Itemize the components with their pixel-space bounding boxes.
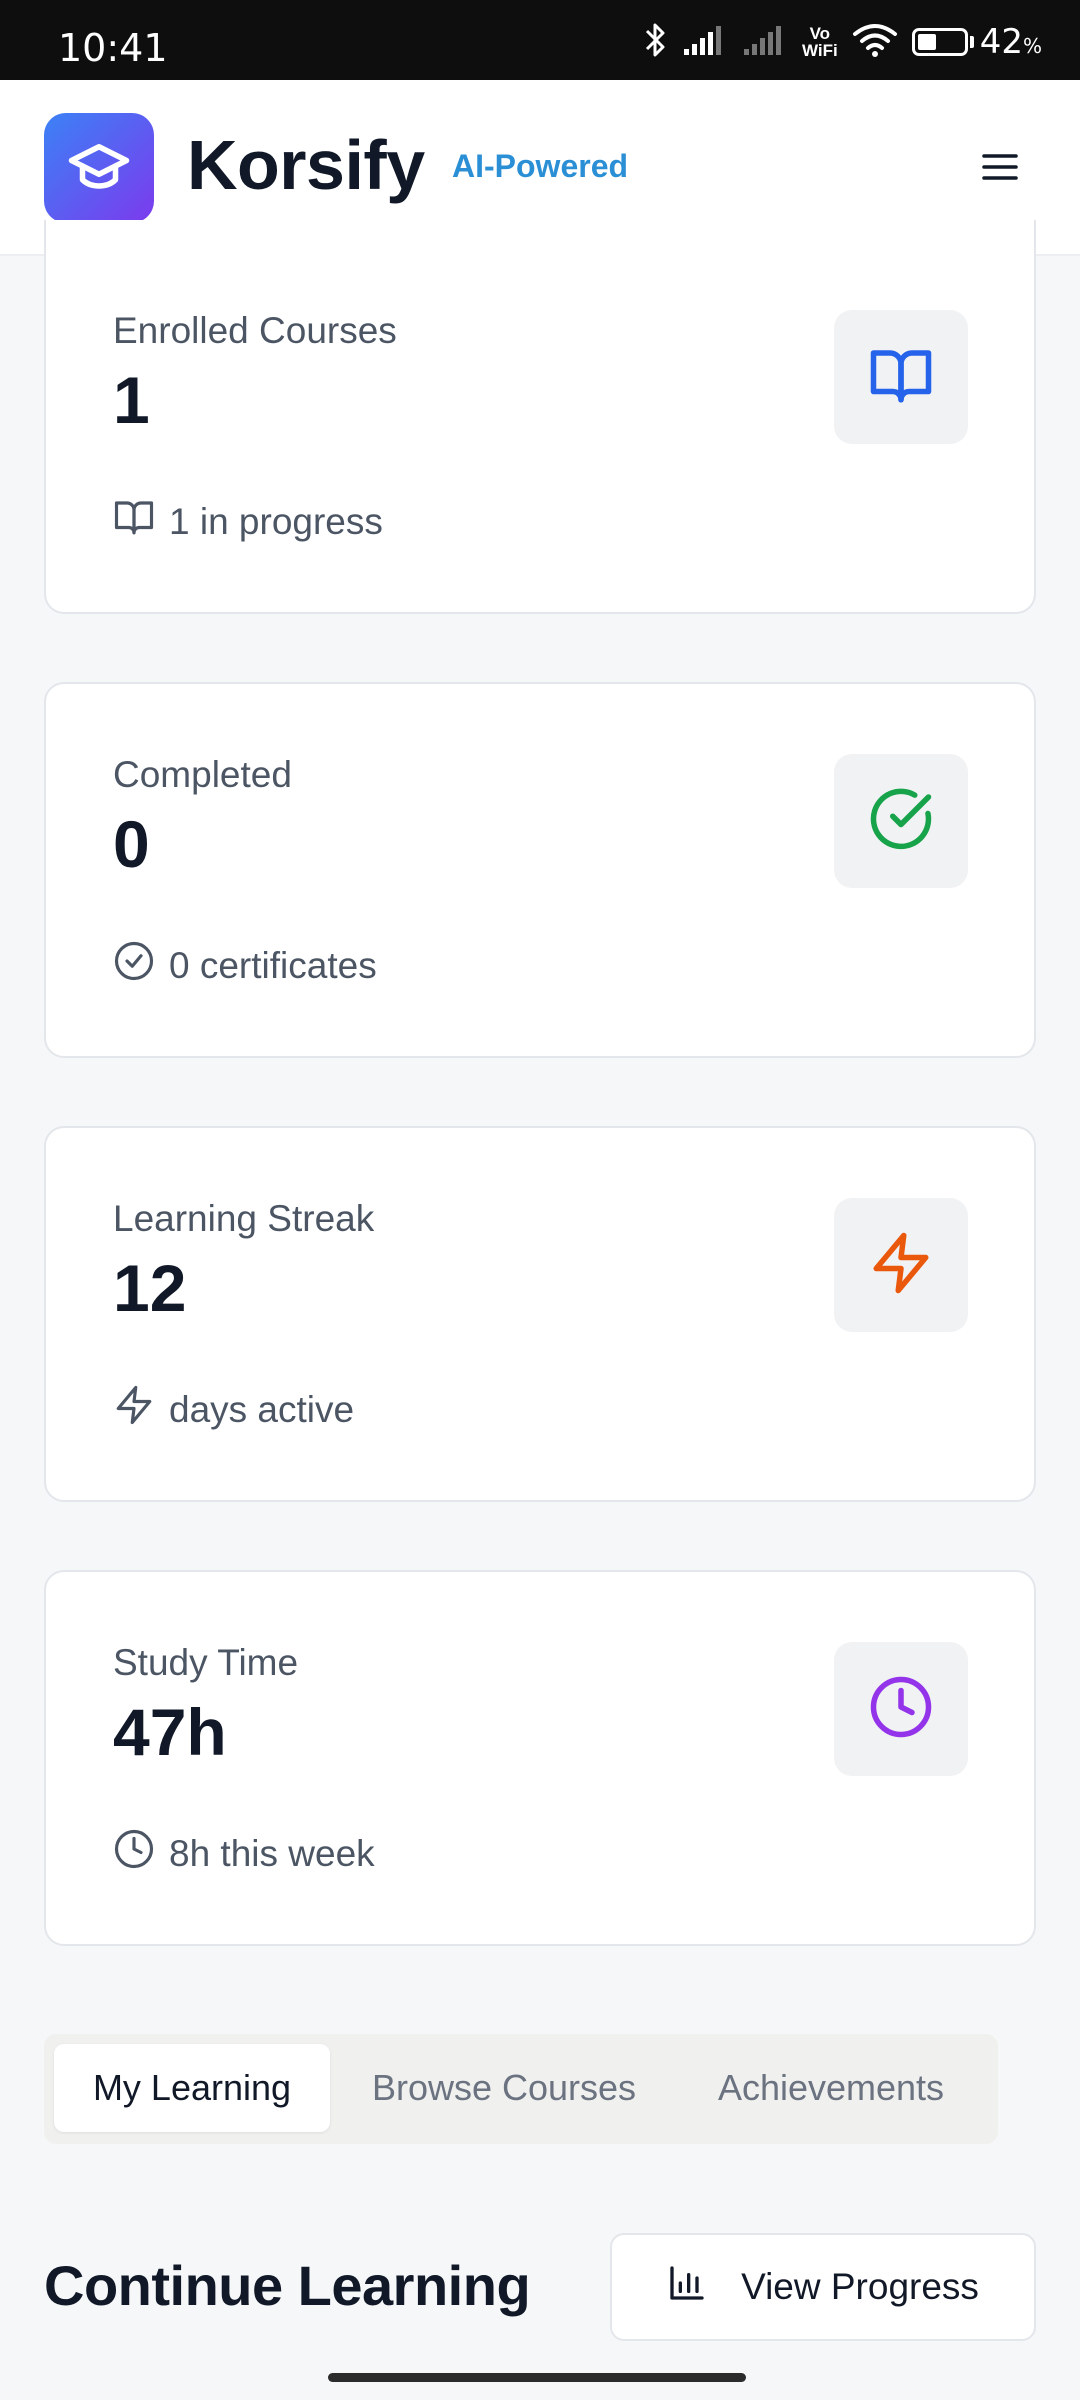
stat-label: Learning Streak: [113, 1198, 375, 1239]
tab-bar: My Learning Browse Courses Achievements: [44, 2034, 998, 2144]
app-title: Korsify: [187, 126, 425, 204]
view-progress-button[interactable]: View Progress: [610, 2233, 1036, 2341]
stat-card-enrolled[interactable]: Enrolled Courses 1 1 in progress: [44, 220, 1036, 614]
battery-percent: 42%: [979, 22, 1042, 62]
status-time: 10:41: [58, 26, 168, 70]
check-circle-icon: [113, 940, 155, 991]
stat-sub: 0 certificates: [113, 940, 377, 991]
stat-icon-box: [834, 1198, 968, 1332]
signal-icon: [682, 23, 728, 62]
app-logo[interactable]: [44, 113, 154, 223]
stat-sub: days active: [113, 1384, 354, 1435]
tab-achievements[interactable]: Achievements: [678, 2044, 984, 2132]
tab-my-learning[interactable]: My Learning: [54, 2044, 330, 2132]
stat-value: 0: [113, 807, 150, 881]
vowifi-icon: Vo WiFi: [801, 24, 838, 60]
wifi-icon: [852, 22, 898, 63]
stat-card-streak[interactable]: Learning Streak 12 days active: [44, 1126, 1036, 1502]
stat-value: 1: [113, 363, 150, 437]
book-open-icon: [113, 496, 155, 547]
home-indicator[interactable]: [328, 2373, 746, 2382]
status-icons: Vo WiFi 42%: [644, 22, 1042, 62]
stat-label: Completed: [113, 754, 292, 795]
stat-label: Study Time: [113, 1642, 299, 1683]
stat-sub: 8h this week: [113, 1828, 375, 1879]
clock-icon: [868, 1674, 934, 1745]
zap-icon: [113, 1384, 155, 1435]
check-circle-icon: [868, 786, 934, 857]
stat-sub: 1 in progress: [113, 496, 383, 547]
battery-icon: 42%: [911, 22, 1042, 62]
stat-icon-box: [834, 1642, 968, 1776]
tab-browse-courses[interactable]: Browse Courses: [344, 2044, 664, 2132]
signal-icon: [742, 23, 788, 62]
clock-icon: [113, 1828, 155, 1879]
bar-chart-icon: [667, 2263, 707, 2312]
graduation-cap-icon: [66, 133, 132, 204]
stat-value: 12: [113, 1251, 187, 1325]
zap-icon: [868, 1230, 934, 1301]
book-open-icon: [868, 342, 934, 413]
ai-powered-badge: AI-Powered: [452, 148, 629, 184]
menu-button[interactable]: [970, 144, 1030, 194]
stat-icon-box: [834, 310, 968, 444]
hamburger-menu-icon: [980, 151, 1020, 188]
status-bar: 10:41 Vo WiFi 42%: [0, 0, 1080, 80]
bluetooth-icon: [644, 21, 668, 64]
stat-card-study-time[interactable]: Study Time 47h 8h this week: [44, 1570, 1036, 1946]
stat-label: Enrolled Courses: [113, 310, 397, 351]
section-title: Continue Learning: [44, 2254, 531, 2317]
stat-value: 47h: [113, 1695, 227, 1769]
stat-icon-box: [834, 754, 968, 888]
stat-card-completed[interactable]: Completed 0 0 certificates: [44, 682, 1036, 1058]
